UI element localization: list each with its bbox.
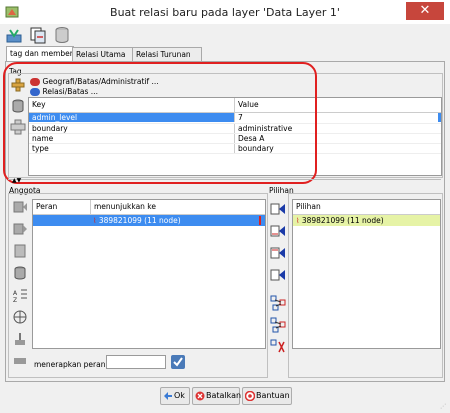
resize-grip[interactable]: ⋰	[440, 403, 448, 411]
table-row[interactable]: ⌇ 389821099 (11 node)	[293, 215, 440, 226]
column-selection[interactable]: Pilihan	[293, 200, 436, 214]
remove-selected-icon[interactable]	[270, 339, 286, 355]
table-row[interactable]: ⌇ 389821099 (11 node)	[33, 215, 265, 226]
help-button[interactable]: Bantuan	[242, 387, 292, 405]
move-down-icon[interactable]	[12, 221, 28, 237]
member-role[interactable]	[33, 215, 86, 226]
role-input[interactable]	[106, 355, 166, 369]
window-title: Buat relasi baru pada layer 'Data Layer …	[110, 6, 340, 19]
svg-text:A: A	[13, 290, 18, 297]
ok-icon	[163, 391, 173, 401]
download-members-icon[interactable]	[12, 331, 28, 347]
apply-icon[interactable]	[5, 26, 23, 44]
member-ref-label: 389821099 (11 node)	[98, 216, 181, 225]
tab-parent-relations[interactable]: Relasi Utama	[72, 47, 138, 61]
database-icon[interactable]	[53, 26, 71, 44]
help-icon	[245, 390, 255, 401]
edit-member-icon[interactable]	[12, 243, 28, 259]
member-ref: ⌇ 389821099 (11 node)	[90, 215, 258, 226]
selection-table-header: Pilihan	[293, 200, 440, 215]
cancel-button[interactable]: Batalkan	[192, 387, 242, 405]
add-before-icon[interactable]	[270, 223, 286, 239]
add-at-end-icon[interactable]	[270, 267, 286, 283]
column-refers-to[interactable]: menunjukkan ke	[90, 200, 264, 214]
add-at-top-icon[interactable]	[270, 201, 286, 217]
selection-ref-label: 389821099 (11 node)	[301, 216, 384, 225]
title-bar: Buat relasi baru pada layer 'Data Layer …	[0, 0, 450, 24]
copy-relation-icon[interactable]	[29, 26, 47, 44]
relation-editor-window: Buat relasi baru pada layer 'Data Layer …	[0, 0, 450, 413]
cancel-icon	[195, 391, 205, 401]
way-icon: ⌇	[296, 217, 300, 225]
ok-label: Ok	[174, 391, 185, 400]
cancel-label: Batalkan	[206, 391, 242, 400]
section-splitter[interactable]	[8, 179, 441, 183]
ok-button[interactable]: Ok	[160, 387, 190, 405]
way-icon: ⌇	[93, 217, 97, 225]
svg-text:Z: Z	[13, 297, 17, 303]
apply-role-check-icon[interactable]	[170, 354, 186, 370]
members-table: Peran menunjukkan ke ⌇ 389821099 (11 nod…	[32, 199, 266, 349]
apply-role-icon[interactable]	[12, 352, 28, 368]
selection-ref: ⌇ 389821099 (11 node)	[293, 215, 436, 226]
sort-members-icon[interactable]: AZ	[12, 287, 28, 303]
select-members-icon[interactable]	[270, 295, 286, 311]
members-table-header: Peran menunjukkan ke	[33, 200, 265, 215]
highlight-annotation	[3, 62, 317, 184]
help-label: Bantuan	[256, 391, 290, 400]
tab-child-relations[interactable]: Relasi Turunan	[132, 47, 202, 61]
add-after-icon[interactable]	[270, 245, 286, 261]
remove-member-icon[interactable]	[12, 265, 28, 281]
close-button[interactable]: ✕	[406, 2, 444, 20]
way-connection-marker	[259, 216, 261, 225]
zoom-to-member-icon[interactable]	[12, 309, 28, 325]
column-role[interactable]: Peran	[33, 200, 86, 214]
tab-tags-members[interactable]: tag dan member	[6, 46, 74, 61]
move-up-icon[interactable]	[12, 199, 28, 215]
splitter-arrows-icon[interactable]: ▲▼	[12, 177, 21, 184]
select-in-relation-icon[interactable]	[270, 317, 286, 333]
apply-role-label: menerapkan peran	[34, 360, 106, 369]
selection-table: Pilihan ⌇ 389821099 (11 node)	[292, 199, 441, 349]
